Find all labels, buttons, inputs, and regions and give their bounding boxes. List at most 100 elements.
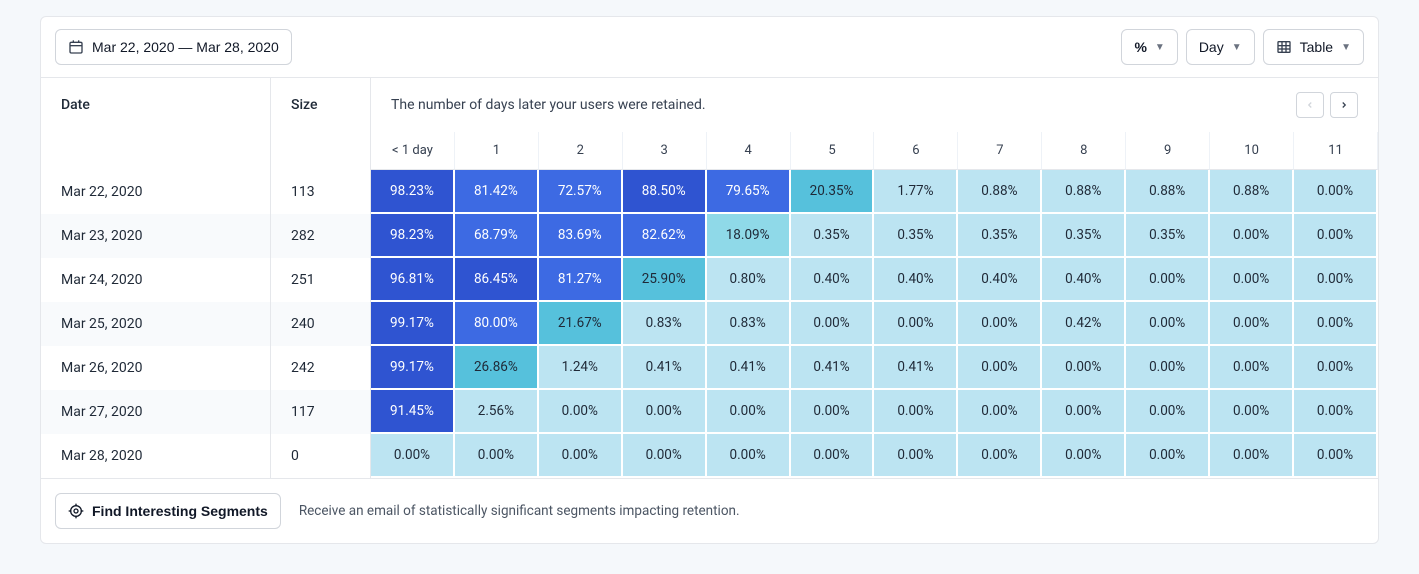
retention-cell[interactable]: 18.09%: [707, 214, 791, 258]
retention-cell[interactable]: 81.42%: [455, 170, 539, 214]
retention-cell[interactable]: 0.00%: [1042, 346, 1126, 390]
retention-cell[interactable]: 0.00%: [1294, 346, 1378, 390]
retention-cell[interactable]: 98.23%: [371, 214, 455, 258]
retention-cell[interactable]: 20.35%: [791, 170, 875, 214]
retention-cell[interactable]: 0.40%: [1042, 258, 1126, 302]
retention-cell[interactable]: 0.00%: [1126, 434, 1210, 478]
retention-cell[interactable]: 68.79%: [455, 214, 539, 258]
retention-cell[interactable]: 81.27%: [539, 258, 623, 302]
retention-cell[interactable]: 0.00%: [1210, 214, 1294, 258]
retention-cell[interactable]: 0.00%: [791, 302, 875, 346]
retention-cell[interactable]: 0.83%: [623, 302, 707, 346]
retention-cell[interactable]: 0.00%: [1126, 302, 1210, 346]
retention-cell[interactable]: 83.69%: [539, 214, 623, 258]
retention-cell[interactable]: 80.00%: [455, 302, 539, 346]
retention-cell[interactable]: 0.42%: [1042, 302, 1126, 346]
retention-cell[interactable]: 0.00%: [958, 346, 1042, 390]
retention-cell[interactable]: 0.88%: [1042, 170, 1126, 214]
cohort-size: 113: [271, 170, 370, 214]
retention-cell[interactable]: 0.41%: [623, 346, 707, 390]
retention-cell[interactable]: 82.62%: [623, 214, 707, 258]
retention-cell[interactable]: 0.00%: [791, 390, 875, 434]
retention-cell[interactable]: 99.17%: [371, 302, 455, 346]
retention-cell[interactable]: 0.00%: [1294, 390, 1378, 434]
retention-cell[interactable]: 72.57%: [539, 170, 623, 214]
retention-cell[interactable]: 1.24%: [539, 346, 623, 390]
cohort-date: Mar 23, 2020: [41, 214, 270, 258]
retention-cell[interactable]: 0.00%: [958, 434, 1042, 478]
retention-cell[interactable]: 0.00%: [874, 434, 958, 478]
retention-cell[interactable]: 0.00%: [1210, 346, 1294, 390]
retention-cell[interactable]: 0.00%: [791, 434, 875, 478]
retention-cell[interactable]: 0.41%: [707, 346, 791, 390]
view-mode-button[interactable]: Table ▼: [1263, 29, 1364, 65]
retention-cell[interactable]: 0.40%: [791, 258, 875, 302]
retention-cell[interactable]: 0.00%: [874, 302, 958, 346]
retention-cell[interactable]: 0.00%: [707, 390, 791, 434]
retention-cell[interactable]: 0.00%: [1294, 170, 1378, 214]
retention-cell[interactable]: 0.00%: [1042, 434, 1126, 478]
retention-cell[interactable]: 86.45%: [455, 258, 539, 302]
retention-cell[interactable]: 0.00%: [1126, 346, 1210, 390]
retention-cell[interactable]: 0.00%: [371, 434, 455, 478]
retention-cell[interactable]: 88.50%: [623, 170, 707, 214]
retention-cell[interactable]: 0.88%: [958, 170, 1042, 214]
interval-button[interactable]: Day ▼: [1186, 29, 1255, 65]
retention-cell[interactable]: 0.00%: [1294, 214, 1378, 258]
retention-cell[interactable]: 0.80%: [707, 258, 791, 302]
retention-cell[interactable]: 0.35%: [874, 214, 958, 258]
size-column: 1132822512402421170: [271, 132, 371, 478]
date-range-button[interactable]: Mar 22, 2020 — Mar 28, 2020: [55, 29, 292, 65]
retention-cell[interactable]: 0.00%: [1294, 258, 1378, 302]
retention-cell[interactable]: 98.23%: [371, 170, 455, 214]
retention-cell[interactable]: 0.00%: [1210, 258, 1294, 302]
retention-table: Mar 22, 2020Mar 23, 2020Mar 24, 2020Mar …: [41, 132, 1378, 478]
retention-cell[interactable]: 0.41%: [874, 346, 958, 390]
retention-cell[interactable]: 0.88%: [1210, 170, 1294, 214]
retention-cell[interactable]: 96.81%: [371, 258, 455, 302]
retention-cell[interactable]: 0.00%: [958, 390, 1042, 434]
page-prev-button[interactable]: [1296, 92, 1324, 118]
retention-cell[interactable]: 0.00%: [539, 390, 623, 434]
retention-cell[interactable]: 26.86%: [455, 346, 539, 390]
retention-cell[interactable]: 25.90%: [623, 258, 707, 302]
retention-cell[interactable]: 0.00%: [707, 434, 791, 478]
retention-cell[interactable]: 0.00%: [1294, 302, 1378, 346]
retention-cell[interactable]: 79.65%: [707, 170, 791, 214]
retention-cell[interactable]: 99.17%: [371, 346, 455, 390]
retention-cell[interactable]: 0.83%: [707, 302, 791, 346]
retention-cell[interactable]: 91.45%: [371, 390, 455, 434]
retention-cell[interactable]: 0.00%: [1042, 390, 1126, 434]
retention-cell[interactable]: 0.00%: [623, 390, 707, 434]
retention-cell[interactable]: 0.00%: [455, 434, 539, 478]
day-header: 10: [1210, 132, 1294, 170]
retention-cell[interactable]: 0.00%: [958, 302, 1042, 346]
retention-cell[interactable]: 1.77%: [874, 170, 958, 214]
target-icon: [68, 503, 84, 519]
retention-cell[interactable]: 0.35%: [1126, 214, 1210, 258]
retention-cell[interactable]: 0.35%: [958, 214, 1042, 258]
retention-cell[interactable]: 2.56%: [455, 390, 539, 434]
retention-cell[interactable]: 0.35%: [791, 214, 875, 258]
retention-cell[interactable]: 0.00%: [623, 434, 707, 478]
find-segments-button[interactable]: Find Interesting Segments: [55, 493, 281, 529]
retention-cell[interactable]: 0.00%: [1294, 434, 1378, 478]
retention-cell[interactable]: 0.00%: [1210, 434, 1294, 478]
retention-cell[interactable]: 0.00%: [874, 390, 958, 434]
find-segments-label: Find Interesting Segments: [92, 503, 268, 519]
retention-cell[interactable]: 0.40%: [958, 258, 1042, 302]
retention-cell[interactable]: 21.67%: [539, 302, 623, 346]
percent-label: %: [1134, 39, 1146, 55]
retention-cell[interactable]: 0.35%: [1042, 214, 1126, 258]
retention-cell[interactable]: 0.88%: [1126, 170, 1210, 214]
retention-cell[interactable]: 0.40%: [874, 258, 958, 302]
retention-cell[interactable]: 0.00%: [1126, 390, 1210, 434]
retention-cell[interactable]: 0.00%: [539, 434, 623, 478]
retention-cell[interactable]: 0.41%: [791, 346, 875, 390]
retention-cell[interactable]: 0.00%: [1126, 258, 1210, 302]
page-next-button[interactable]: [1330, 92, 1358, 118]
retention-description: The number of days later your users were…: [391, 97, 706, 113]
retention-cell[interactable]: 0.00%: [1210, 302, 1294, 346]
retention-cell[interactable]: 0.00%: [1210, 390, 1294, 434]
percent-toggle-button[interactable]: % ▼: [1121, 29, 1177, 65]
